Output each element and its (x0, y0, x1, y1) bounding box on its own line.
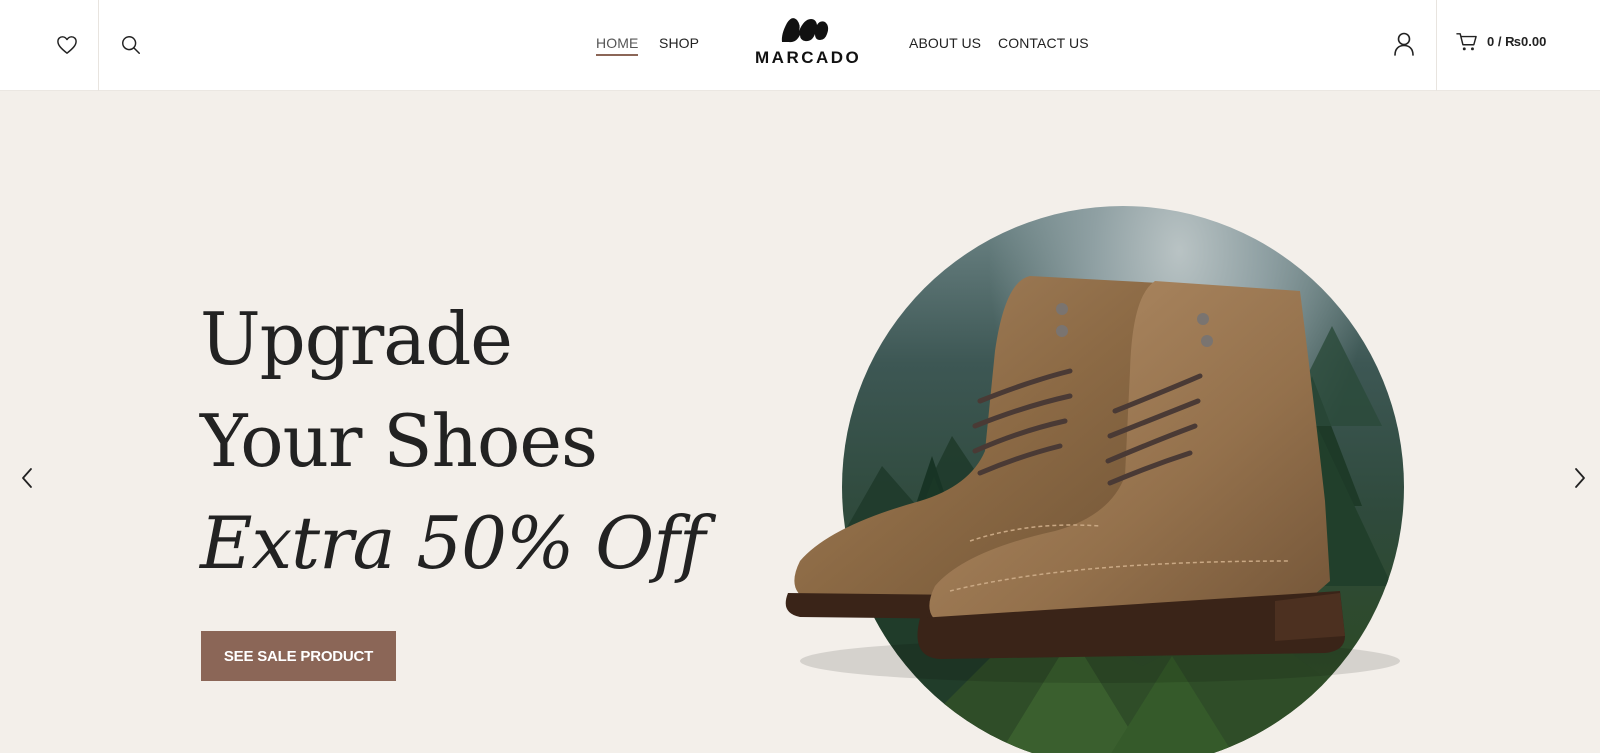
logo-text: MARCADO (755, 48, 862, 67)
nav-contact-label: CONTACT US (998, 35, 1089, 51)
header-divider-right (1436, 0, 1437, 91)
site-header: HOME SHOP MARCADO ABOUT US CONTACT US 0 … (0, 0, 1600, 91)
hero-product-image (770, 206, 1420, 753)
hero-heading-line2: Your Shoes (200, 399, 598, 483)
cart-button[interactable]: 0 / ₨0.00 (1456, 28, 1596, 58)
nav-contact-us[interactable]: CONTACT US (998, 33, 1089, 53)
heart-icon (57, 36, 77, 54)
hero-heading-line1: Upgrade (200, 297, 513, 381)
nav-about-us[interactable]: ABOUT US (909, 33, 981, 53)
nav-shop[interactable]: SHOP (659, 33, 699, 53)
leather-boots-illustration (785, 276, 1400, 683)
active-underline (596, 54, 639, 56)
hero-slider: Upgrade Your Shoes Extra 50% Off SEE SAL… (0, 91, 1600, 753)
header-divider (98, 0, 99, 91)
search-button[interactable] (116, 30, 146, 60)
chevron-left-icon (22, 468, 32, 488)
slider-next-button[interactable] (1567, 466, 1591, 490)
account-button[interactable] (1389, 29, 1419, 59)
logo-mark-icon (781, 18, 829, 43)
hero-heading-line3: Extra 50% Off (200, 501, 706, 585)
nav-home[interactable]: HOME (596, 33, 639, 56)
wishlist-button[interactable] (52, 30, 82, 60)
slider-prev-button[interactable] (16, 466, 40, 490)
nav-shop-label: SHOP (659, 35, 700, 51)
chevron-right-icon (1575, 468, 1585, 488)
cart-icon (1456, 33, 1477, 51)
user-icon (1394, 32, 1414, 56)
cart-summary: 0 / ₨0.00 (1487, 34, 1547, 49)
nav-home-label: HOME (596, 35, 639, 51)
logo[interactable]: MARCADO (755, 10, 862, 70)
search-icon (122, 36, 140, 54)
nav-about-label: ABOUT US (909, 35, 982, 51)
see-sale-product-button[interactable]: SEE SALE PRODUCT (201, 631, 396, 681)
